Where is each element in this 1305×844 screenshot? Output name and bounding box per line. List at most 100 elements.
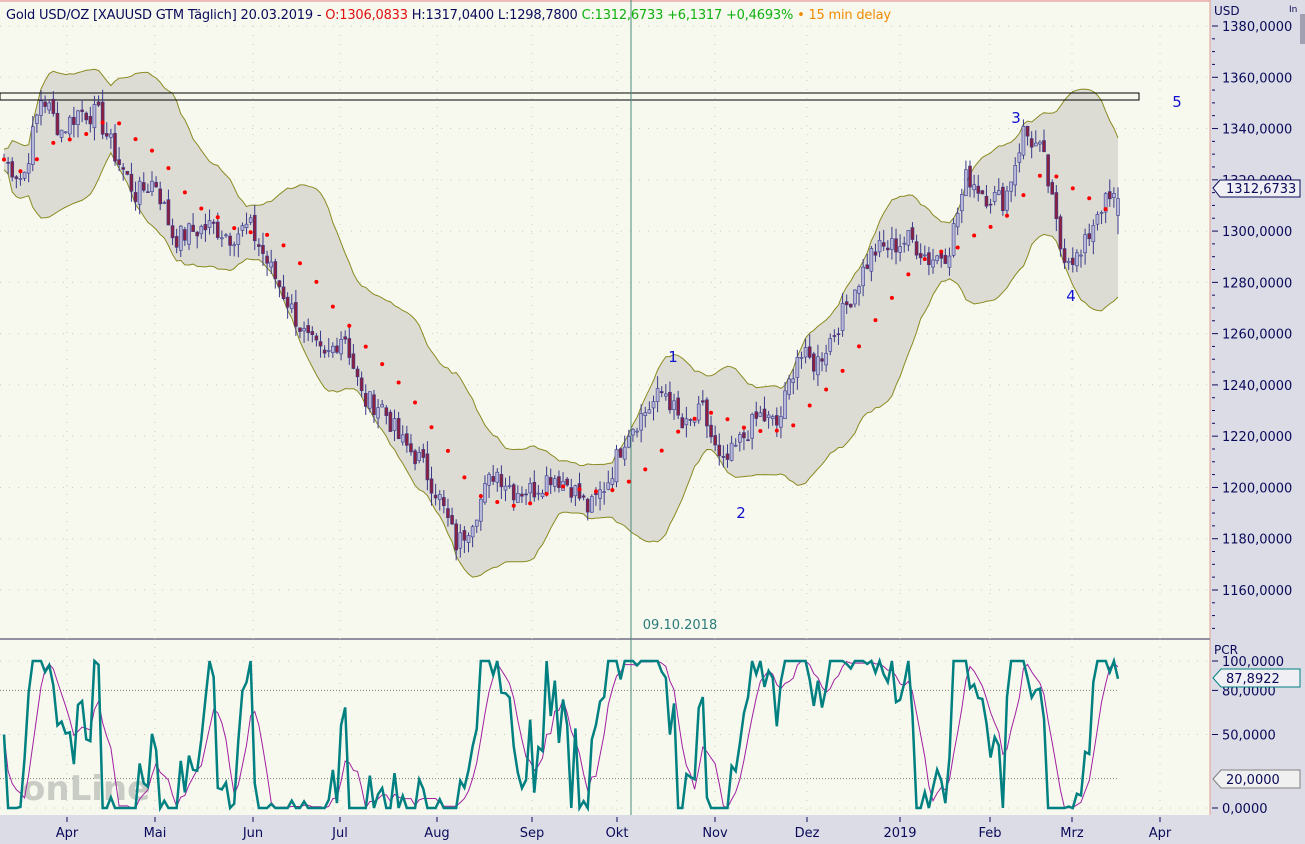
candle-body [992, 192, 997, 202]
sma-dot [232, 226, 237, 231]
candle-body [820, 358, 824, 362]
sma-dot [248, 230, 253, 235]
candle-body [1079, 254, 1083, 257]
sma-dot [67, 137, 72, 142]
candle-body [343, 336, 347, 340]
osc-tick-label: 50,0000 [1222, 729, 1276, 744]
candle-body [627, 436, 631, 448]
candle-body [174, 236, 179, 248]
candle-body [372, 394, 376, 416]
candle-body [659, 391, 664, 394]
sma-dot [561, 484, 566, 489]
candle-body [306, 325, 310, 334]
month-label: Feb [978, 826, 1001, 841]
candle-body [964, 169, 968, 196]
candle-body [914, 241, 919, 256]
sma-dot [363, 344, 368, 349]
candle-body [384, 407, 389, 416]
sma-dot [840, 368, 845, 373]
sma-dot [626, 479, 631, 484]
candle-body [725, 453, 730, 460]
candle-body [100, 101, 105, 135]
candle-body [1009, 181, 1013, 192]
crosshair-date-label: 09.10.2018 [643, 618, 717, 633]
sma-dot [593, 489, 598, 494]
month-label: Mrz [1060, 826, 1084, 841]
candle-body [141, 182, 146, 191]
month-label: Mai [144, 826, 167, 841]
sma-dot [330, 304, 335, 309]
candle-body [676, 397, 680, 416]
candle-body [429, 478, 434, 494]
candle-body [437, 494, 442, 501]
candle-body [1075, 252, 1079, 267]
candle-body [133, 192, 138, 202]
scrollbar-thumb[interactable] [1300, 14, 1305, 44]
price-tick-label: 1380,0000 [1222, 20, 1292, 35]
candle-body [150, 180, 154, 193]
sma-dot [1103, 207, 1108, 212]
candle-body [170, 225, 175, 239]
candle-body [655, 388, 660, 402]
candle-body [1029, 138, 1034, 148]
candle-body [1005, 190, 1009, 211]
wave-annotation-5: 5 [1172, 93, 1182, 111]
candle-body [754, 411, 759, 419]
candle-body [495, 471, 500, 483]
candle-body [298, 327, 302, 332]
sma-dot [1087, 196, 1092, 201]
candle-body [779, 416, 783, 428]
candle-body [935, 255, 939, 262]
candle-body [931, 259, 935, 268]
candle-body [30, 126, 35, 165]
sma-dot [906, 272, 911, 277]
candle-body [503, 485, 508, 491]
sma-dot [1037, 173, 1042, 178]
wave-annotation-4: 4 [1066, 287, 1076, 305]
sma-dot [84, 131, 89, 136]
candle-body [996, 190, 1001, 195]
candle-body [733, 444, 738, 447]
candle-body [236, 233, 241, 245]
candle-body [442, 497, 446, 507]
sma-dot [610, 488, 615, 493]
candle-body [158, 188, 163, 205]
sma-dot [824, 387, 829, 392]
candle-body [211, 221, 216, 224]
candle-body [1095, 214, 1100, 225]
candle-body [902, 242, 907, 245]
price-axis-unit: USD [1214, 4, 1240, 18]
candle-body [918, 253, 923, 259]
sma-dot [1070, 186, 1075, 191]
candle-body [76, 110, 80, 126]
candle-body [1013, 165, 1018, 186]
candle-body [713, 435, 717, 446]
candle-body [927, 252, 931, 266]
candle-body [606, 482, 611, 490]
candle-body [622, 446, 627, 460]
candle-body [1033, 142, 1038, 147]
candle-body [750, 414, 754, 439]
price-tick-label: 1200,0000 [1222, 481, 1292, 496]
sma-dot [396, 380, 401, 385]
open-value: O:1306,0833 [325, 8, 408, 23]
candle-body [359, 377, 364, 392]
candle-body [832, 335, 837, 337]
candle-body [1083, 234, 1087, 254]
candle-body [125, 170, 130, 175]
candle-body [684, 418, 689, 426]
candle-body [865, 264, 870, 269]
candle-body [302, 328, 306, 332]
sma-dot [133, 137, 138, 142]
candle-body [183, 229, 187, 241]
candle-body [421, 449, 426, 458]
candle-body [1046, 154, 1050, 187]
candle-body [483, 483, 487, 503]
candle-body [721, 456, 726, 458]
candle-body [220, 237, 224, 240]
candle-body [207, 220, 212, 228]
chart-canvas[interactable]: 1380,00001360,00001340,00001320,00001300… [0, 0, 1305, 844]
delay-label: • 15 min delay [797, 8, 891, 23]
month-label: Dez [795, 826, 820, 841]
candle-body [984, 195, 989, 207]
